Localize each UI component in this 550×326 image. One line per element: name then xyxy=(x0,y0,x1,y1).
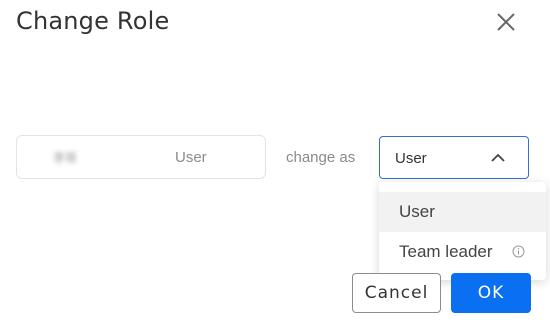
role-dropdown-menu: User Team leader xyxy=(379,182,546,280)
change-as-label: change as xyxy=(286,149,356,166)
close-icon xyxy=(492,8,520,36)
user-name: 李哥 xyxy=(53,151,78,165)
role-select-value: User xyxy=(395,150,427,167)
info-icon[interactable] xyxy=(512,245,525,258)
ok-button[interactable]: OK xyxy=(451,273,531,313)
cancel-button[interactable]: Cancel xyxy=(352,273,441,313)
close-button[interactable] xyxy=(492,8,520,36)
chevron-up-icon xyxy=(490,151,506,165)
dialog-title: Change Role xyxy=(16,7,170,35)
role-option-user[interactable]: User xyxy=(379,192,546,232)
option-label: Team leader xyxy=(399,242,493,261)
role-option-team-leader[interactable]: Team leader xyxy=(379,232,546,272)
role-select[interactable]: User xyxy=(379,136,529,179)
option-label: User xyxy=(399,202,435,221)
current-role: User xyxy=(175,149,207,166)
user-card: 李哥 User xyxy=(16,135,266,179)
